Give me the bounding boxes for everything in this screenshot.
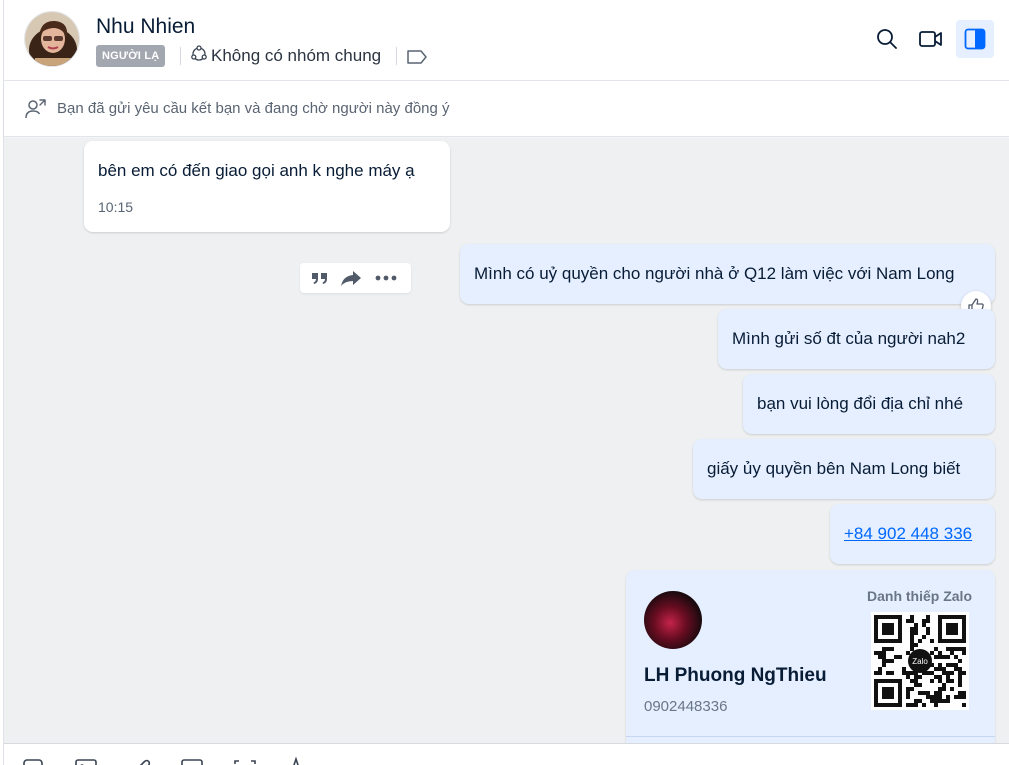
forward-icon: [341, 271, 361, 286]
message-bubble-outgoing[interactable]: bạn vui lòng đổi địa chỉ nhé: [743, 374, 995, 434]
add-friend-icon: [25, 99, 46, 119]
message-bubble-outgoing[interactable]: Mình có uỷ quyền cho người nhà ở Q12 làm…: [460, 244, 995, 304]
more-button[interactable]: [374, 267, 398, 289]
message-text: giấy ủy quyền bên Nam Long biết: [707, 459, 961, 478]
image-icon[interactable]: [74, 756, 98, 765]
message-time: 10:15: [98, 199, 134, 215]
chat-area[interactable]: bên em có đến giao gọi anh k nghe máy ạ …: [4, 138, 1009, 743]
quote-icon: [312, 273, 327, 284]
message-text: bên em có đến giao gọi anh k nghe máy ạ: [98, 161, 415, 180]
message-bubble-incoming[interactable]: bên em có đến giao gọi anh k nghe máy ạ …: [84, 141, 450, 232]
contact-card-icon[interactable]: [180, 756, 204, 765]
sidebar-toggle-icon: [964, 28, 986, 50]
message-text: Mình gửi số đt của người nah2: [732, 329, 966, 348]
video-call-button[interactable]: [912, 20, 950, 58]
quote-button[interactable]: [308, 267, 332, 289]
contact-card[interactable]: Danh thiếp Zalo Zalo LH Phuong NgThieu 0…: [626, 570, 995, 743]
message-text: Mình có uỷ quyền cho người nhà ở Q12 làm…: [474, 264, 955, 283]
divider: [180, 47, 181, 65]
message-bubble-outgoing[interactable]: giấy ủy quyền bên Nam Long biết: [693, 439, 995, 499]
message-bubble-outgoing[interactable]: Mình gửi số đt của người nah2: [718, 309, 995, 369]
stranger-badge: NGƯỜI LẠ: [96, 45, 166, 67]
search-icon: [877, 29, 897, 49]
zalo-logo-text: Zalo: [912, 657, 928, 666]
video-call-icon: [919, 31, 942, 47]
card-title: Danh thiếp Zalo: [867, 588, 972, 604]
composer-toolbar: [4, 743, 1009, 765]
card-contact-name: LH Phuong NgThieu: [644, 665, 827, 686]
attach-icon[interactable]: [128, 756, 152, 765]
more-icon: [375, 275, 397, 281]
group-icon: [191, 45, 207, 61]
message-bubble-outgoing[interactable]: +84 902 448 336: [830, 504, 995, 564]
phone-link[interactable]: +84 902 448 336: [844, 524, 972, 544]
contact-avatar[interactable]: [24, 11, 80, 67]
qr-code[interactable]: Zalo: [871, 612, 969, 710]
contact-name: Nhu Nhien: [96, 15, 196, 38]
sidebar-toggle-button[interactable]: [956, 20, 994, 58]
message-actions: [300, 263, 411, 293]
forward-button[interactable]: [339, 267, 363, 289]
common-groups-text[interactable]: Không có nhóm chung: [211, 46, 381, 66]
friend-request-bar: Bạn đã gửi yêu cầu kết bạn và đang chờ n…: [4, 81, 1009, 137]
message-text: bạn vui lòng đổi địa chỉ nhé: [757, 394, 964, 413]
chat-header: Nhu Nhien NGƯỜI LẠ Không có nhóm chung: [4, 0, 1009, 81]
friend-request-text: Bạn đã gửi yêu cầu kết bạn và đang chờ n…: [57, 100, 450, 117]
divider: [626, 736, 995, 737]
divider: [396, 47, 397, 65]
card-phone: 0902448336: [644, 698, 728, 715]
tag-icon[interactable]: [406, 48, 428, 66]
sticker-icon[interactable]: [22, 756, 46, 765]
screenshot-icon[interactable]: [233, 756, 257, 765]
format-icon[interactable]: [284, 756, 308, 765]
search-button[interactable]: [868, 20, 906, 58]
